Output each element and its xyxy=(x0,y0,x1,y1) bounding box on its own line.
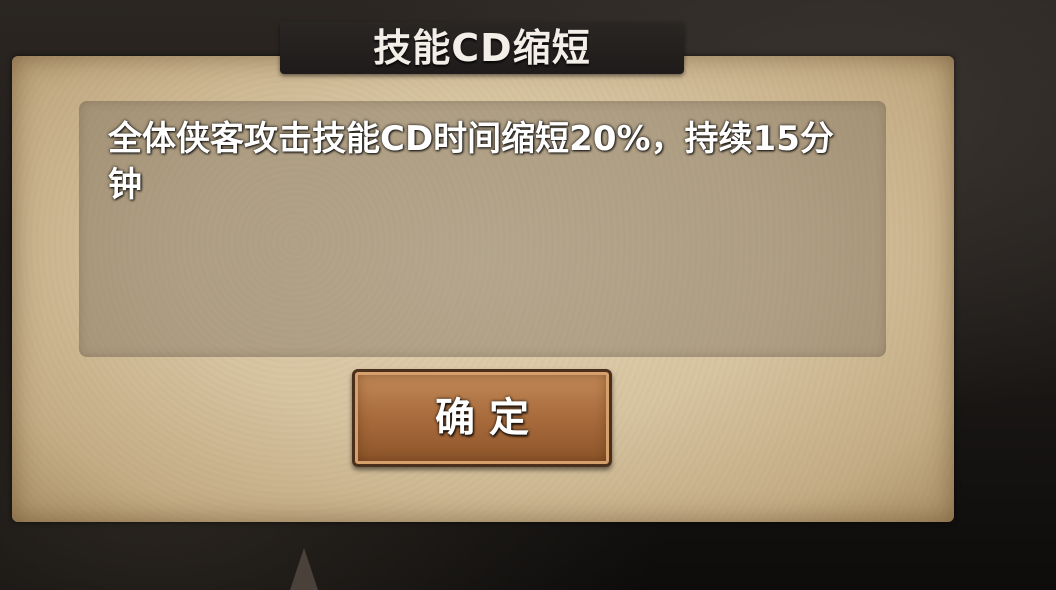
dialog-title: 技能CD缩短 xyxy=(373,26,591,70)
confirm-button-label: 确 定 xyxy=(435,395,529,441)
dialog-description: 全体侠客攻击技能CD时间缩短20%，持续15分钟 xyxy=(108,119,834,205)
background-shape xyxy=(290,548,318,590)
confirm-button[interactable]: 确 定 xyxy=(352,369,612,467)
